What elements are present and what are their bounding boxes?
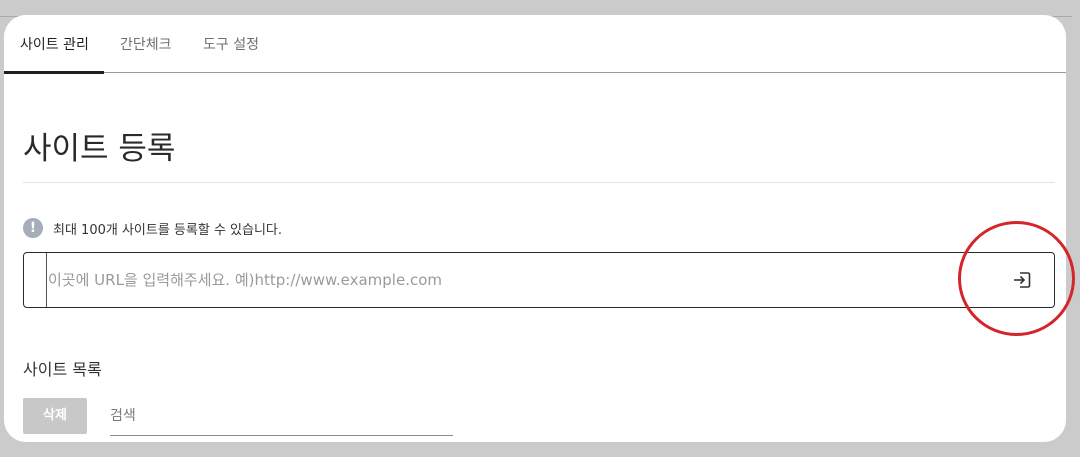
tab-quick-check[interactable]: 간단체크 (120, 15, 172, 73)
tab-bar: 사이트 관리 간단체크 도구 설정 (4, 15, 1066, 74)
url-form (23, 252, 1055, 308)
delete-button[interactable]: 삭제 (23, 398, 87, 434)
page-title: 사이트 등록 (23, 131, 176, 167)
notice: ! 최대 100개 사이트를 등록할 수 있습니다. (23, 217, 282, 239)
tab-tool-settings[interactable]: 도구 설정 (203, 15, 259, 73)
search-input[interactable] (110, 398, 453, 434)
url-input[interactable] (46, 253, 966, 307)
active-tab-indicator (4, 71, 104, 74)
screen: 사이트 관리 간단체크 도구 설정 사이트 등록 ! 최대 100개 사이트를 … (0, 0, 1080, 457)
notice-text: 최대 100개 사이트를 등록할 수 있습니다. (53, 222, 283, 238)
annotation-circle (958, 221, 1075, 336)
tab-site-management[interactable]: 사이트 관리 (20, 15, 89, 73)
info-icon: ! (23, 218, 43, 238)
main-panel: 사이트 관리 간단체크 도구 설정 사이트 등록 ! 최대 100개 사이트를 … (4, 15, 1066, 442)
search-field (110, 398, 453, 436)
title-divider (23, 182, 1055, 183)
site-list-title: 사이트 목록 (23, 360, 102, 379)
